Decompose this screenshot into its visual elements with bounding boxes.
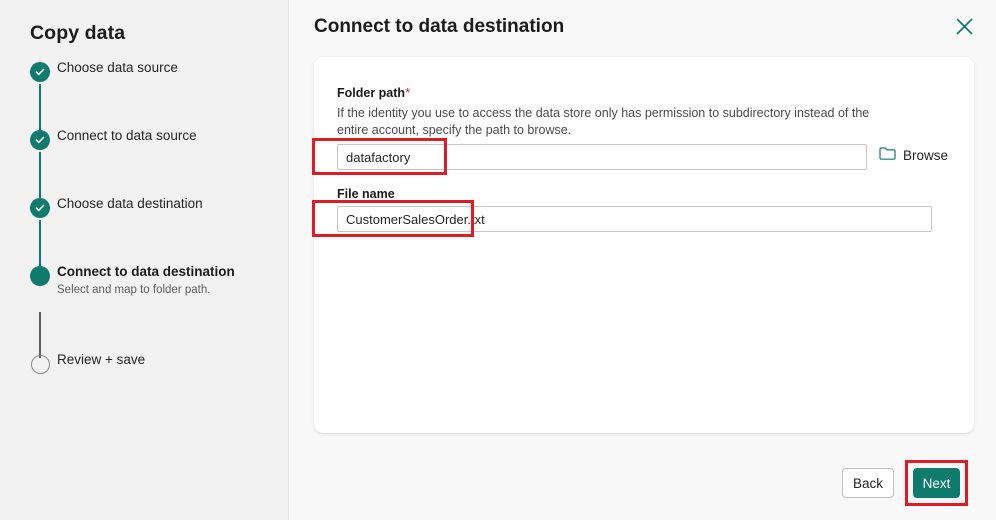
folder-icon bbox=[879, 146, 896, 164]
folder-path-input[interactable] bbox=[337, 144, 867, 170]
sidebar-step-label: Connect to data destination bbox=[57, 264, 235, 279]
browse-label: Browse bbox=[903, 147, 949, 163]
step-connector-1 bbox=[39, 84, 41, 130]
step-connector-4 bbox=[39, 312, 41, 358]
step-connector-3 bbox=[39, 220, 41, 266]
check-circle-icon bbox=[30, 198, 50, 218]
folder-path-description: If the identity you use to access the da… bbox=[337, 106, 870, 137]
wizard-main-panel: Connect to data destination Folder path*… bbox=[289, 0, 996, 520]
wizard-sidebar: Copy data Choose data source Connect to … bbox=[0, 0, 289, 520]
step-status-icon bbox=[30, 354, 50, 374]
close-button[interactable] bbox=[949, 14, 979, 44]
empty-circle-icon bbox=[30, 354, 50, 374]
sidebar-step-label: Choose data destination bbox=[57, 196, 203, 211]
step-status-icon bbox=[30, 62, 50, 82]
back-button[interactable]: Back bbox=[842, 468, 894, 498]
sidebar-title: Copy data bbox=[30, 22, 126, 44]
sidebar-step-choose-data-destination[interactable]: Choose data destination bbox=[0, 196, 289, 224]
close-icon bbox=[955, 17, 974, 41]
required-marker: * bbox=[405, 85, 411, 100]
next-button[interactable]: Next bbox=[913, 468, 960, 498]
folder-path-label: Folder path* bbox=[337, 85, 410, 100]
step-status-icon bbox=[30, 266, 50, 286]
step-status-icon bbox=[30, 130, 50, 150]
copy-data-wizard: Copy data Choose data source Connect to … bbox=[0, 0, 996, 520]
sidebar-step-label: Connect to data source bbox=[57, 128, 197, 143]
browse-button[interactable]: Browse bbox=[879, 146, 948, 164]
file-name-input[interactable] bbox=[337, 206, 932, 232]
sidebar-step-choose-data-source[interactable]: Choose data source bbox=[0, 60, 289, 88]
filled-circle-icon bbox=[30, 266, 50, 286]
sidebar-step-connect-to-data-source[interactable]: Connect to data source bbox=[0, 128, 289, 156]
check-circle-icon bbox=[30, 62, 50, 82]
form-card: Folder path* If the identity you use to … bbox=[314, 57, 974, 433]
sidebar-step-label: Review + save bbox=[57, 352, 146, 367]
check-circle-icon bbox=[30, 130, 50, 150]
sidebar-step-connect-to-data-destination[interactable]: Connect to data destination Select and m… bbox=[0, 264, 289, 296]
folder-path-label-text: Folder path bbox=[337, 86, 406, 100]
page-title: Connect to data destination bbox=[314, 16, 565, 37]
file-name-label: File name bbox=[337, 187, 395, 201]
step-connector-2 bbox=[39, 152, 41, 198]
step-status-icon bbox=[30, 198, 50, 218]
sidebar-step-sublabel: Select and map to folder path. bbox=[57, 284, 211, 296]
sidebar-step-review-and-save[interactable]: Review + save bbox=[0, 352, 289, 380]
sidebar-step-label: Choose data source bbox=[57, 60, 178, 75]
